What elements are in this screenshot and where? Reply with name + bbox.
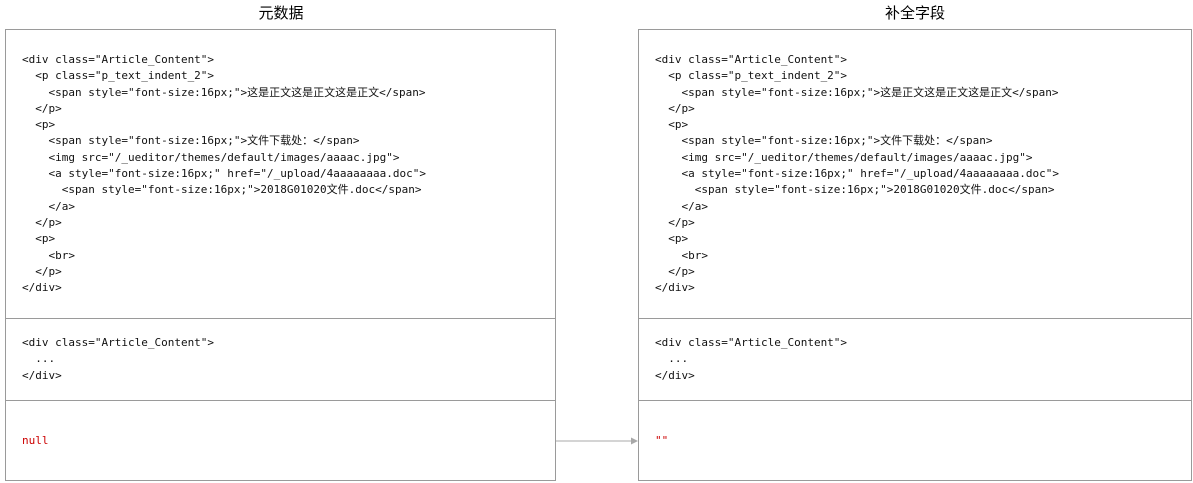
connector-arrow bbox=[556, 437, 638, 445]
arrow-head-icon bbox=[631, 437, 638, 445]
